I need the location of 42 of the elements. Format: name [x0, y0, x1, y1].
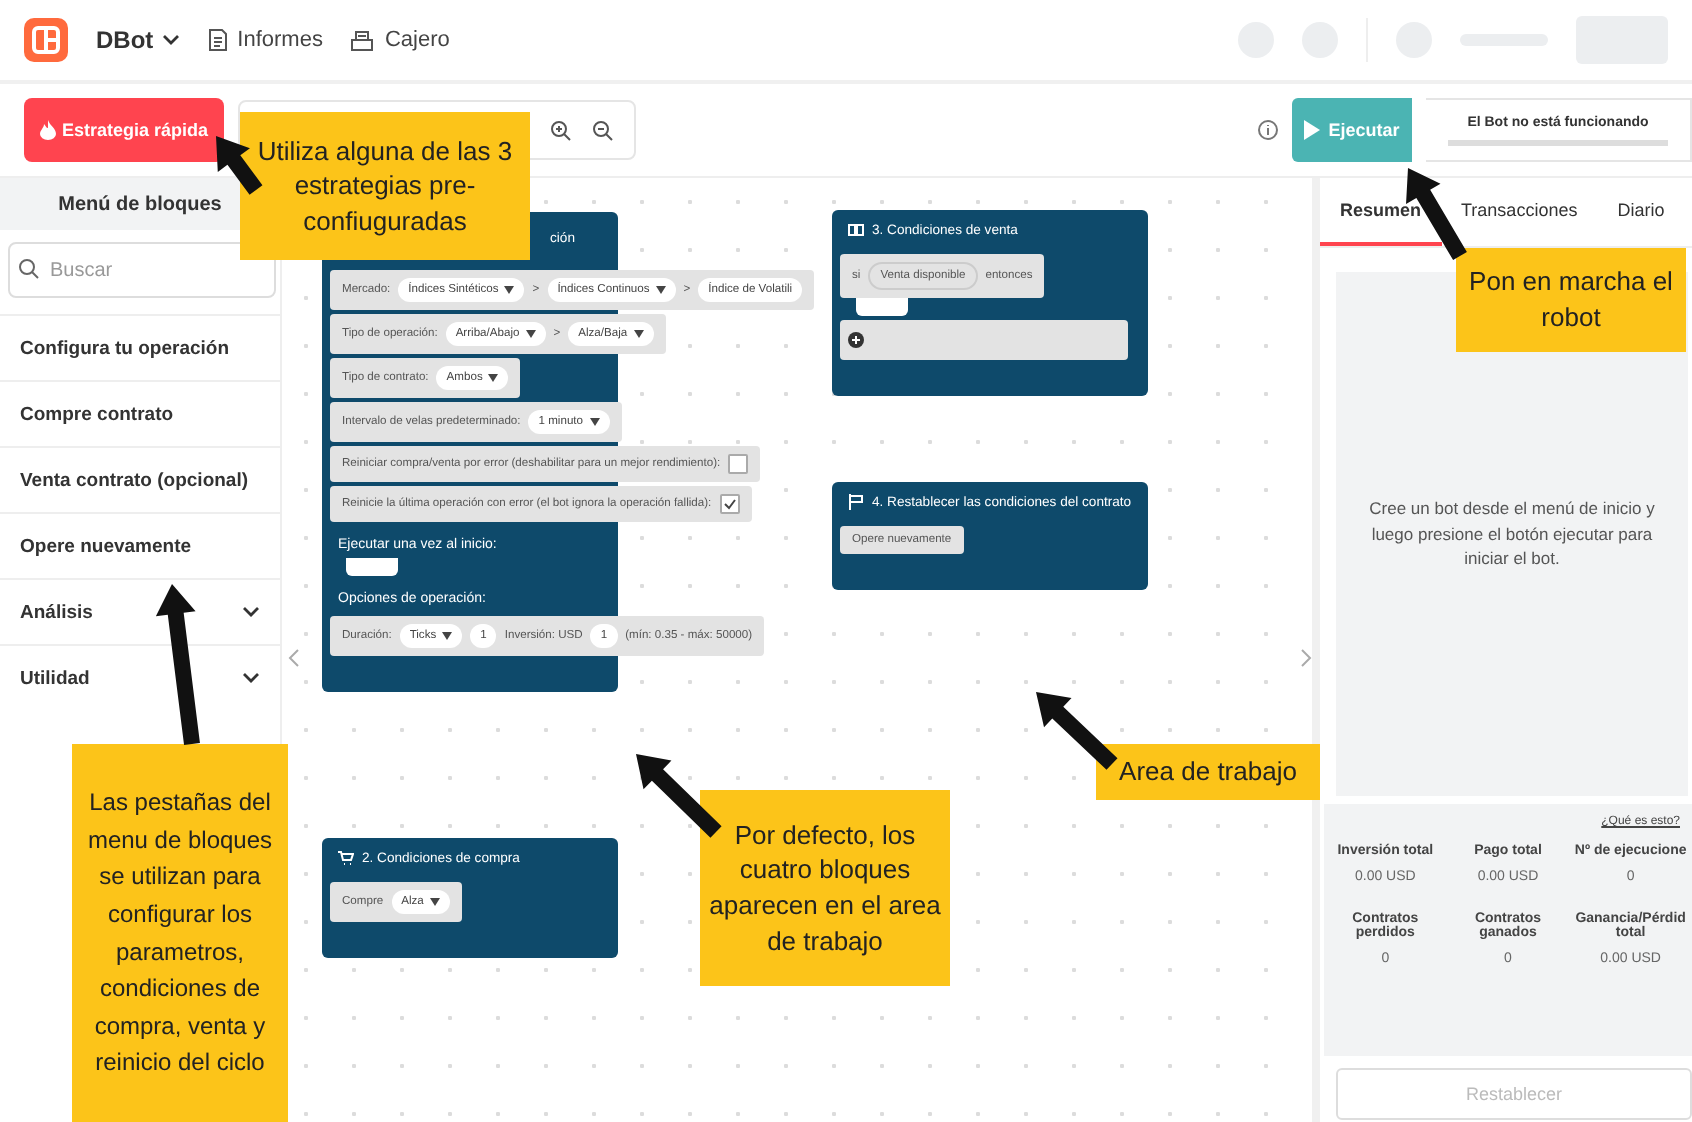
callout-note: Area de trabajo — [1096, 744, 1320, 800]
caret-icon — [504, 286, 515, 294]
chevron-down-icon[interactable] — [161, 34, 180, 46]
callout-note: Por defecto, los cuatro bloques aparecen en el area de trabajo — [700, 790, 950, 986]
chevron-down-icon[interactable] — [242, 672, 260, 684]
flame-icon — [40, 120, 56, 140]
checkbox[interactable] — [719, 494, 740, 514]
register-icon — [350, 29, 375, 51]
search-field[interactable]: Buscar — [8, 242, 276, 298]
zoom-out-icon[interactable] — [592, 119, 615, 141]
checkbox[interactable] — [728, 454, 749, 474]
caret-icon — [589, 418, 599, 426]
caret-icon — [488, 374, 499, 382]
cart-icon — [338, 850, 354, 866]
logo-icon[interactable] — [24, 18, 68, 62]
tab[interactable]: Diario — [1597, 178, 1685, 246]
caret-icon — [633, 330, 644, 338]
caret-icon — [442, 632, 453, 640]
nav-link[interactable]: Informes — [237, 28, 323, 52]
callout-note: Pon en marcha el robot — [1456, 248, 1686, 352]
tab[interactable]: Transacciones — [1441, 178, 1598, 246]
flag-icon — [848, 494, 864, 510]
empty-slot — [856, 298, 908, 316]
callout-note: Las pestañas del menu de bloques se utilizan para configurar los parametros, condiciones de compra, venta y reinicio del ciclo — [72, 744, 288, 1122]
plus-circle-icon[interactable] — [848, 332, 864, 348]
caret-icon — [429, 898, 440, 906]
callout-arrow — [1036, 692, 1118, 770]
callout-arrow — [216, 136, 263, 195]
document-icon — [207, 28, 228, 52]
brand-name[interactable]: DBot — [96, 26, 154, 54]
info-icon[interactable] — [1258, 120, 1278, 140]
caret-icon — [655, 286, 666, 294]
caret-icon — [525, 330, 536, 338]
callout-arrow — [636, 754, 722, 838]
nav-link[interactable]: Cajero — [384, 28, 450, 52]
columns-icon — [848, 222, 864, 238]
empty-slot — [346, 558, 398, 576]
zoom-in-icon[interactable] — [550, 119, 573, 141]
play-icon — [1304, 120, 1321, 140]
callout-note: Utiliza alguna de las 3 estrategias pre-confiuguradas — [240, 112, 530, 260]
search-icon — [18, 258, 40, 280]
chevron-down-icon[interactable] — [242, 606, 260, 618]
